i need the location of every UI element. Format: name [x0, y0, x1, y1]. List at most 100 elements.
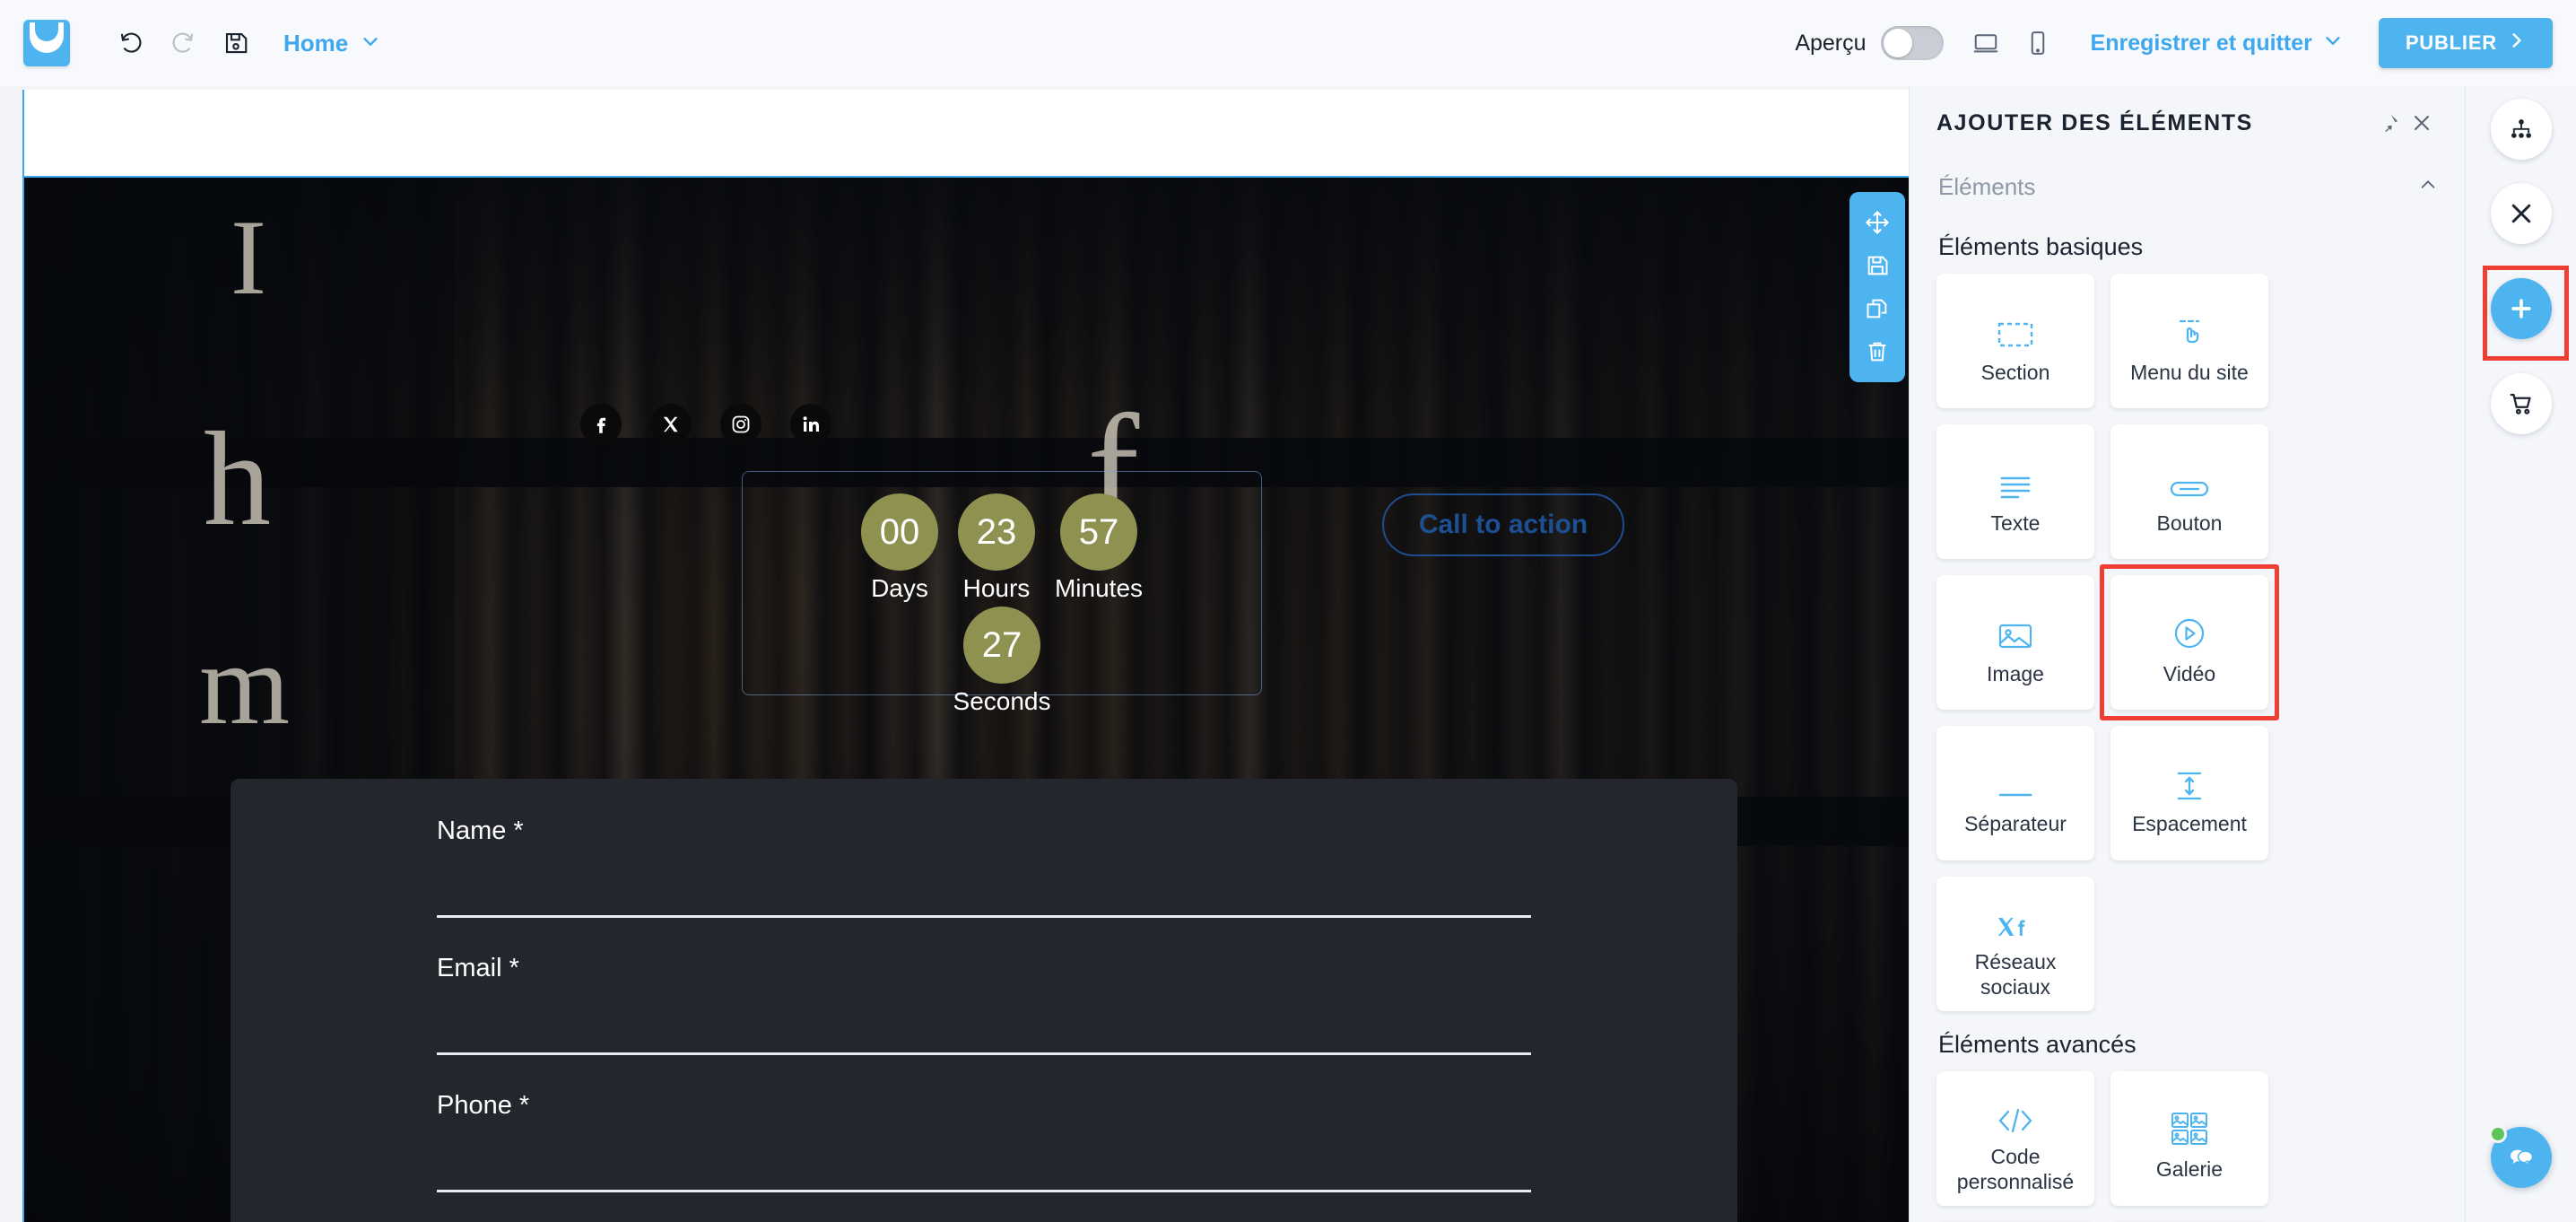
countdown-unit-hours: 23 Hours: [957, 493, 1035, 603]
group-title-advanced: Éléments avancés: [1938, 1031, 2137, 1058]
contact-form-element[interactable]: Name * Email * Phone * Message *: [231, 779, 1737, 1222]
page-selector[interactable]: Home: [283, 30, 380, 57]
social-networks-icon: [1995, 888, 2036, 940]
advanced-elements-grid: Code personnalisé Galerie Compte à rebou…: [1910, 1071, 2465, 1222]
text-lines-icon: [1997, 448, 2033, 500]
element-card-video[interactable]: Vidéo: [2100, 564, 2279, 720]
copy-duplicate-icon[interactable]: [1858, 290, 1896, 327]
element-card-label: Réseaux sociaux: [1974, 949, 2057, 999]
publish-label: PUBLIER: [2405, 31, 2497, 54]
social-icons-row[interactable]: [580, 404, 831, 445]
trash-bin-icon[interactable]: [1858, 333, 1896, 371]
element-card-label: Image: [1987, 661, 2044, 685]
chevron-up-icon: [2418, 175, 2438, 199]
save-quit-label: Enregistrer et quitter: [2090, 30, 2312, 56]
publish-button[interactable]: PUBLIER: [2378, 18, 2553, 68]
form-label-email: Email *: [437, 954, 519, 982]
undo-arrow-icon[interactable]: [111, 22, 152, 64]
countdown-label: Seconds: [953, 687, 1051, 715]
linkedin-icon[interactable]: [790, 404, 831, 445]
mobile-device-icon[interactable]: [2017, 22, 2058, 64]
horizontal-line-divider-icon: [1996, 750, 2035, 802]
element-card-label: Espacement: [2132, 811, 2247, 835]
basic-elements-grid: Section Menu du site Texte Bouton Image …: [1910, 274, 2465, 1011]
panel-title: AJOUTER DES ÉLÉMENTS: [1936, 109, 2253, 135]
sitemap-hierarchy-icon[interactable]: [2490, 99, 2552, 160]
canvas-area: I h m f 00 Days 23 Hours 57 Minutes 27 S…: [0, 86, 1909, 1222]
group-title-basic: Éléments basiques: [1938, 233, 2144, 260]
x-twitter-icon[interactable]: [650, 404, 692, 445]
panel-header: AJOUTER DES ÉLÉMENTS: [1910, 86, 2465, 160]
countdown-value: 27: [963, 607, 1040, 684]
form-input-phone[interactable]: [437, 1135, 1531, 1192]
save-and-quit-button[interactable]: Enregistrer et quitter: [2091, 31, 2343, 57]
element-card-reseaux-sociaux[interactable]: Réseaux sociaux: [1936, 877, 2094, 1011]
element-card-section[interactable]: Section: [1936, 274, 2094, 408]
code-brackets-icon: [1997, 1083, 2034, 1135]
desktop-device-icon[interactable]: [1965, 22, 2006, 64]
countdown-value: 23: [957, 493, 1035, 571]
add-element-button-highlight: [2466, 266, 2576, 361]
element-card-label: Code personnalisé: [1956, 1144, 2075, 1193]
call-to-action-button[interactable]: Call to action: [1382, 493, 1624, 556]
chat-bubbles-icon[interactable]: [2489, 1125, 2552, 1188]
shopping-cart-icon[interactable]: [2490, 373, 2552, 434]
vertical-spacing-arrows-icon: [2171, 750, 2207, 802]
chevron-down-icon: [361, 31, 380, 56]
element-card-image[interactable]: Image: [1936, 575, 2094, 710]
element-card-texte[interactable]: Texte: [1936, 424, 2094, 559]
floppy-disk-save-icon[interactable]: [1858, 247, 1896, 284]
elements-accordion-header[interactable]: Éléments: [1910, 160, 2465, 214]
chevron-right-icon: [2508, 31, 2526, 55]
countdown-unit-minutes: 57 Minutes: [1055, 493, 1143, 603]
countdown-label: Days: [871, 574, 928, 602]
element-card-separateur[interactable]: Séparateur: [1936, 726, 2094, 860]
countdown-value: 00: [860, 493, 938, 571]
chevron-down-icon: [2323, 31, 2343, 57]
form-input-email[interactable]: [437, 998, 1531, 1055]
site-canvas[interactable]: I h m f 00 Days 23 Hours 57 Minutes 27 S…: [22, 90, 1909, 1222]
preview-label: Aperçu: [1795, 30, 1867, 56]
right-rail: [2465, 86, 2576, 1222]
chat-online-status-dot: [2489, 1125, 2507, 1143]
move-arrows-icon[interactable]: [1858, 204, 1896, 241]
element-card-label: Menu du site: [2130, 360, 2249, 384]
countdown-element[interactable]: 00 Days 23 Hours 57 Minutes 27 Seconds: [742, 471, 1262, 715]
element-card-label: Vidéo: [2163, 661, 2216, 685]
element-card-label: Texte: [1990, 511, 2041, 535]
close-x-icon[interactable]: [2406, 107, 2438, 139]
hero-section[interactable]: I h m f 00 Days 23 Hours 57 Minutes 27 S…: [24, 178, 1909, 1222]
element-card-galerie[interactable]: Galerie: [2110, 1071, 2268, 1206]
element-floating-toolbar: [1849, 192, 1905, 382]
form-input-name[interactable]: [437, 860, 1531, 918]
plus-add-icon[interactable]: [2490, 278, 2552, 339]
countdown-label: Hours: [962, 574, 1031, 602]
element-card-menu-du-site[interactable]: Menu du site: [2110, 274, 2268, 408]
accordion-label: Éléments: [1938, 172, 2036, 200]
preview-toggle[interactable]: [1880, 26, 1944, 60]
facebook-icon[interactable]: [580, 404, 622, 445]
toggle-knob: [1883, 29, 1912, 57]
page-name: Home: [283, 29, 349, 57]
mail-envelope-logo[interactable]: [23, 20, 70, 66]
countdown-label: Minutes: [1054, 574, 1144, 602]
pin-icon[interactable]: [2373, 107, 2406, 139]
pointer-hand-menu-icon: [2171, 297, 2207, 349]
button-pill-icon: [2170, 448, 2209, 500]
element-card-bouton[interactable]: Bouton: [2110, 424, 2268, 559]
add-elements-panel: AJOUTER DES ÉLÉMENTS Éléments Éléments b…: [1909, 86, 2465, 1222]
form-label-name: Name *: [437, 816, 524, 845]
element-card-label: Section: [1980, 360, 2050, 384]
redo-arrow-icon[interactable]: [161, 22, 203, 64]
element-card-label: Galerie: [2155, 1157, 2224, 1181]
element-card-espacement[interactable]: Espacement: [2110, 726, 2268, 860]
element-card-code-personnalise[interactable]: Code personnalisé: [1936, 1071, 2094, 1206]
countdown-unit-days: 00 Days: [860, 493, 938, 603]
instagram-icon[interactable]: [720, 404, 761, 445]
site-header-section[interactable]: [24, 90, 1909, 178]
form-label-phone: Phone *: [437, 1091, 530, 1120]
floppy-disk-save-icon[interactable]: [215, 22, 257, 64]
close-x-icon[interactable]: [2490, 183, 2552, 244]
top-toolbar: Home Aperçu Enregistrer et quitter PUBLI…: [0, 0, 2576, 86]
image-picture-icon: [1997, 598, 2033, 650]
